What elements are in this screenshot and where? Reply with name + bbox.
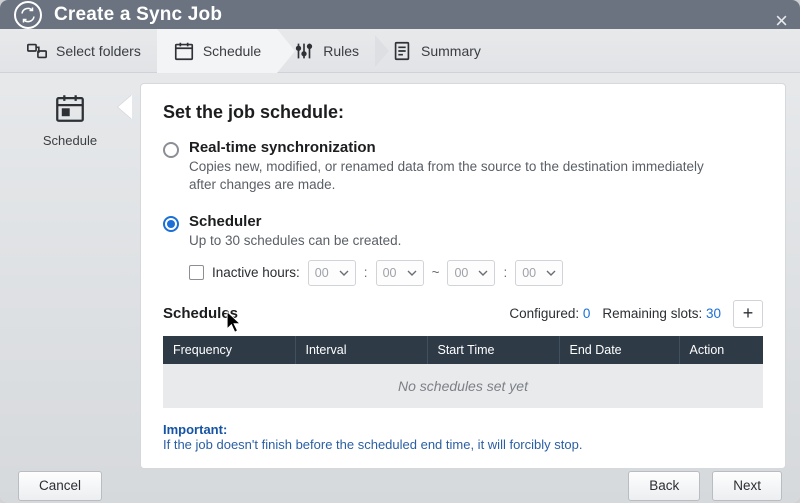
option-title: Scheduler (189, 213, 401, 230)
option-desc: Up to 30 schedules can be created. (189, 232, 401, 250)
schedules-empty: No schedules set yet (163, 364, 763, 408)
schedules-header: Schedules Configured: 0 Remaining slots:… (163, 300, 763, 328)
panel-heading: Set the job schedule: (163, 102, 763, 123)
remaining-count: 30 (706, 306, 721, 321)
configured-count: 0 (583, 306, 591, 321)
schedule-panel: Set the job schedule: Real-time synchron… (140, 83, 786, 469)
schedules-table: Frequency Interval Start Time End Date A… (163, 336, 763, 408)
step-schedule[interactable]: Schedule (157, 29, 277, 73)
inactive-start-min[interactable]: 00 (376, 260, 424, 286)
col-interval: Interval (295, 336, 427, 364)
col-frequency: Frequency (163, 336, 295, 364)
add-schedule-button[interactable]: + (733, 300, 763, 328)
dialog-body: Schedule Set the job schedule: Real-time… (0, 73, 800, 469)
step-label: Schedule (203, 43, 261, 59)
time-colon: : (364, 265, 368, 280)
step-select-folders[interactable]: Select folders (10, 29, 157, 73)
step-summary[interactable]: Summary (375, 29, 497, 73)
time-range-sep: ~ (432, 265, 440, 280)
radio-realtime[interactable] (163, 142, 179, 158)
next-button[interactable]: Next (712, 471, 782, 501)
chevron-down-icon (478, 268, 488, 278)
rail-pointer (118, 95, 132, 119)
option-desc: Copies new, modified, or renamed data fr… (189, 158, 709, 194)
step-rules[interactable]: Rules (277, 29, 375, 73)
titlebar: Create a Sync Job × (0, 0, 800, 29)
sync-job-dialog: Create a Sync Job × Select folders Sched… (0, 0, 800, 503)
side-rail-label: Schedule (43, 133, 97, 148)
inactive-hours-checkbox[interactable] (189, 265, 204, 280)
col-action: Action (679, 336, 763, 364)
inactive-end-min[interactable]: 00 (515, 260, 563, 286)
important-note: Important: If the job doesn't finish bef… (163, 422, 763, 452)
inactive-end-hour[interactable]: 00 (447, 260, 495, 286)
schedules-title: Schedules (163, 305, 238, 322)
col-start: Start Time (427, 336, 559, 364)
inactive-hours-label: Inactive hours: (212, 265, 300, 280)
close-icon[interactable]: × (775, 10, 788, 32)
chevron-down-icon (546, 268, 556, 278)
important-text: If the job doesn't finish before the sch… (163, 437, 763, 452)
inactive-hours-row: Inactive hours: 00 : 00 ~ 00 : 00 (189, 260, 763, 286)
important-label: Important: (163, 422, 763, 437)
chevron-down-icon (407, 268, 417, 278)
step-label: Select folders (56, 43, 141, 59)
sync-icon (14, 1, 42, 29)
step-nav: Select folders Schedule Rules Summary (0, 29, 800, 73)
option-title: Real-time synchronization (189, 139, 709, 156)
option-scheduler[interactable]: Scheduler Up to 30 schedules can be crea… (163, 213, 763, 250)
dialog-title: Create a Sync Job (54, 4, 222, 26)
chevron-down-icon (339, 268, 349, 278)
radio-scheduler[interactable] (163, 216, 179, 232)
col-end: End Date (559, 336, 679, 364)
step-label: Rules (323, 43, 359, 59)
back-button[interactable]: Back (628, 471, 700, 501)
cancel-button[interactable]: Cancel (18, 471, 102, 501)
side-rail: Schedule (0, 73, 140, 469)
time-colon: : (503, 265, 507, 280)
option-realtime[interactable]: Real-time synchronization Copies new, mo… (163, 139, 763, 194)
step-label: Summary (421, 43, 481, 59)
configured-label: Configured: (509, 306, 579, 321)
dialog-footer: Cancel Back Next (0, 469, 800, 503)
inactive-start-hour[interactable]: 00 (308, 260, 356, 286)
remaining-label: Remaining slots: (602, 306, 702, 321)
calendar-icon (53, 91, 87, 125)
